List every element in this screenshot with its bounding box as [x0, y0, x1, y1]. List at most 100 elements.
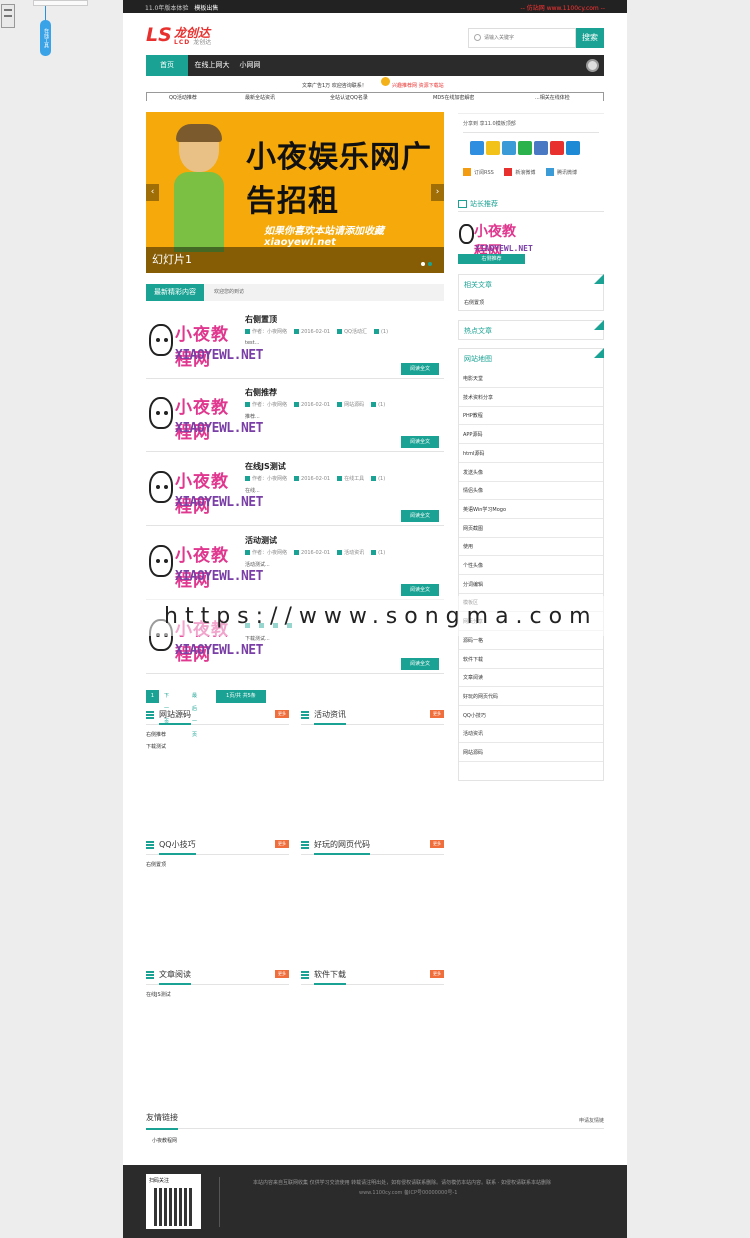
block-title[interactable]: 好玩的网页代码	[314, 839, 370, 855]
post-thumbnail[interactable]: 小夜教程网XIAOYEWL.NET	[148, 314, 263, 374]
banner-headline: 小夜娱乐网广告招租	[246, 140, 432, 219]
sitemap-item[interactable]: 好玩的网页代码	[459, 687, 603, 706]
nav-item-home[interactable]: 首页	[146, 55, 188, 76]
more-button[interactable]: 更多	[430, 710, 444, 718]
user-avatar-icon[interactable]	[586, 59, 599, 72]
post-title[interactable]: 右侧置顶	[245, 314, 277, 325]
share-plus-icon[interactable]	[470, 141, 484, 155]
topic-link[interactable]: 最新全站资讯	[245, 94, 275, 101]
sitemap-item[interactable]: 情侣头像	[459, 481, 603, 501]
sitemap-item[interactable]: 活动资讯	[459, 724, 603, 744]
search-input[interactable]	[484, 32, 572, 44]
share-header: 分享到 享11.0模板顶部	[463, 121, 516, 127]
share-renren-icon[interactable]	[534, 141, 548, 155]
share-qq-icon[interactable]	[566, 141, 580, 155]
read-more-button[interactable]: 阅读全文	[401, 510, 439, 522]
read-more-button[interactable]: 阅读全文	[401, 363, 439, 375]
post-item: 小夜教程网 XIAOYEWL.NET 在线JS测试 作者：小夜网络 2016-02-01…	[146, 458, 444, 526]
notice-link[interactable]: 兴趣推荐网 资源下载站	[392, 82, 444, 89]
page-next[interactable]: 下一页	[164, 690, 169, 725]
page-current[interactable]: 1	[146, 690, 159, 703]
topbar-site-link[interactable]: -- 仿站网 www.1100cy.com --	[521, 3, 605, 12]
slider-prev-icon[interactable]: ‹	[146, 184, 159, 201]
sitemap-item[interactable]: 软件下载	[459, 650, 603, 669]
sitemap-item[interactable]: 发送头像	[459, 463, 603, 482]
share-icons	[470, 141, 582, 157]
sitemap-item[interactable]: 使用	[459, 537, 603, 557]
block-title[interactable]: 软件下载	[314, 969, 346, 985]
nav-item-online[interactable]: 在线上网大	[188, 55, 236, 76]
post-thumbnail[interactable]: 小夜教程网XIAOYEWL.NET	[148, 535, 263, 595]
sitemap-item[interactable]: PHP教程	[459, 406, 603, 426]
page-last[interactable]: 最后一页	[192, 690, 197, 738]
more-button[interactable]: 更多	[430, 840, 444, 848]
block-list-item[interactable]: 右侧推荐	[146, 731, 166, 738]
post-title[interactable]: 活动测试	[245, 535, 277, 546]
sitemap-item[interactable]: 电影天堂	[459, 369, 603, 388]
post-title[interactable]: 右侧推荐	[245, 387, 277, 398]
sitemap-item-label: APP源码	[463, 432, 483, 439]
share-wechat-icon[interactable]	[518, 141, 532, 155]
slider-dots[interactable]	[418, 260, 432, 268]
recommend-title: 站长推荐	[470, 200, 498, 208]
more-button[interactable]: 更多	[275, 710, 289, 718]
sitemap-item[interactable]: 个性头像	[459, 556, 603, 575]
side-toggle-icon[interactable]	[1, 4, 15, 28]
tab-welcome[interactable]: 欢迎您的到访	[214, 284, 244, 301]
read-more-button[interactable]: 阅读全文	[401, 584, 439, 596]
sitemap-item[interactable]: QQ小技巧	[459, 706, 603, 725]
more-button[interactable]: 更多	[430, 970, 444, 978]
block-title[interactable]: 网站源码	[159, 709, 191, 725]
more-button[interactable]: 更多	[275, 970, 289, 978]
read-more-button[interactable]: 阅读全文	[401, 436, 439, 448]
block-list-item[interactable]: 下载测试	[146, 743, 166, 750]
block-title[interactable]: QQ小技巧	[159, 839, 196, 855]
sitemap-item[interactable]: 英语Win学习Mogo	[459, 500, 603, 519]
block-title[interactable]: 文章阅读	[159, 969, 191, 985]
friend-link-item[interactable]: 小夜教程网	[152, 1137, 177, 1144]
topic-link[interactable]: 全站认证QQ名录	[330, 94, 368, 101]
sitemap-item[interactable]: 分词编辑	[459, 575, 603, 594]
list-icon	[146, 971, 154, 979]
more-button[interactable]: 更多	[275, 840, 289, 848]
post-thumbnail[interactable]: 小夜教程网XIAOYEWL.NET	[148, 461, 263, 521]
share-weibo-icon[interactable]	[550, 141, 564, 155]
sina-link[interactable]: 新浪微博	[504, 168, 535, 176]
sitemap-item[interactable]: APP源码	[459, 425, 603, 445]
apply-link[interactable]: 申请友情链	[579, 1117, 604, 1124]
site-logo[interactable]: LS 龙创达 LCD 龙创达	[146, 24, 222, 46]
banner-slider[interactable]: 小夜娱乐网广告招租 如果你喜欢本站请添加收藏 xiaoyewl.net ‹ › …	[146, 112, 444, 273]
sitemap-item[interactable]: html源码	[459, 444, 603, 463]
footer-icp[interactable]: www.1100cy.com 备ICP号00000000号-1	[359, 1189, 457, 1196]
sitemap-item[interactable]: 技术资料分享	[459, 388, 603, 407]
side-tool-tag[interactable]: 在线工具	[40, 20, 51, 56]
topic-link[interactable]: ...相关在线体检	[535, 94, 570, 101]
slider-next-icon[interactable]: ›	[431, 184, 444, 201]
related-item[interactable]: 右侧置顶	[464, 299, 484, 306]
sitemap-item-label: 文章阅读	[463, 675, 484, 682]
topbar-sale-link[interactable]: 模板出售	[194, 5, 218, 12]
post-excerpt: 推荐...	[245, 414, 260, 420]
sitemap-item[interactable]: 网页截图	[459, 519, 603, 538]
topic-link[interactable]: MD5在线加密解密	[433, 94, 474, 101]
block-list-item[interactable]: 右侧置顶	[146, 861, 166, 868]
sitemap-item[interactable]: 网站源码	[459, 743, 603, 762]
search-button[interactable]: 搜索	[576, 28, 604, 48]
read-more-button[interactable]: 阅读全文	[401, 658, 439, 670]
post-thumbnail[interactable]: 小夜教程网XIAOYEWL.NET	[148, 387, 263, 447]
tencent-link[interactable]: 腾讯微博	[546, 168, 577, 176]
nav-item-small[interactable]: 小网网	[236, 55, 264, 76]
tab-latest[interactable]: 最新精彩内容	[146, 284, 204, 301]
post-title[interactable]: 在线JS测试	[245, 461, 286, 472]
sitemap-item-label: 好玩的网页代码	[463, 693, 499, 700]
share-qzone-icon[interactable]	[486, 141, 500, 155]
share-tqq-icon[interactable]	[502, 141, 516, 155]
sitemap-item[interactable]: 文章阅读	[459, 668, 603, 688]
block-title[interactable]: 活动资讯	[314, 709, 346, 725]
block-list-item[interactable]: 在线JS测试	[146, 991, 171, 998]
subscribe-row: 订阅RSS 新浪微博 腾讯微博	[463, 168, 586, 176]
thumb-en: XIAOYEWL.NET	[175, 348, 263, 363]
recommend-card[interactable]: 小夜教程网 XIAOYEWL.NET 右侧推荐	[458, 218, 533, 264]
rss-link[interactable]: 订阅RSS	[463, 168, 494, 176]
topic-link[interactable]: QQ活动推荐	[169, 94, 197, 101]
